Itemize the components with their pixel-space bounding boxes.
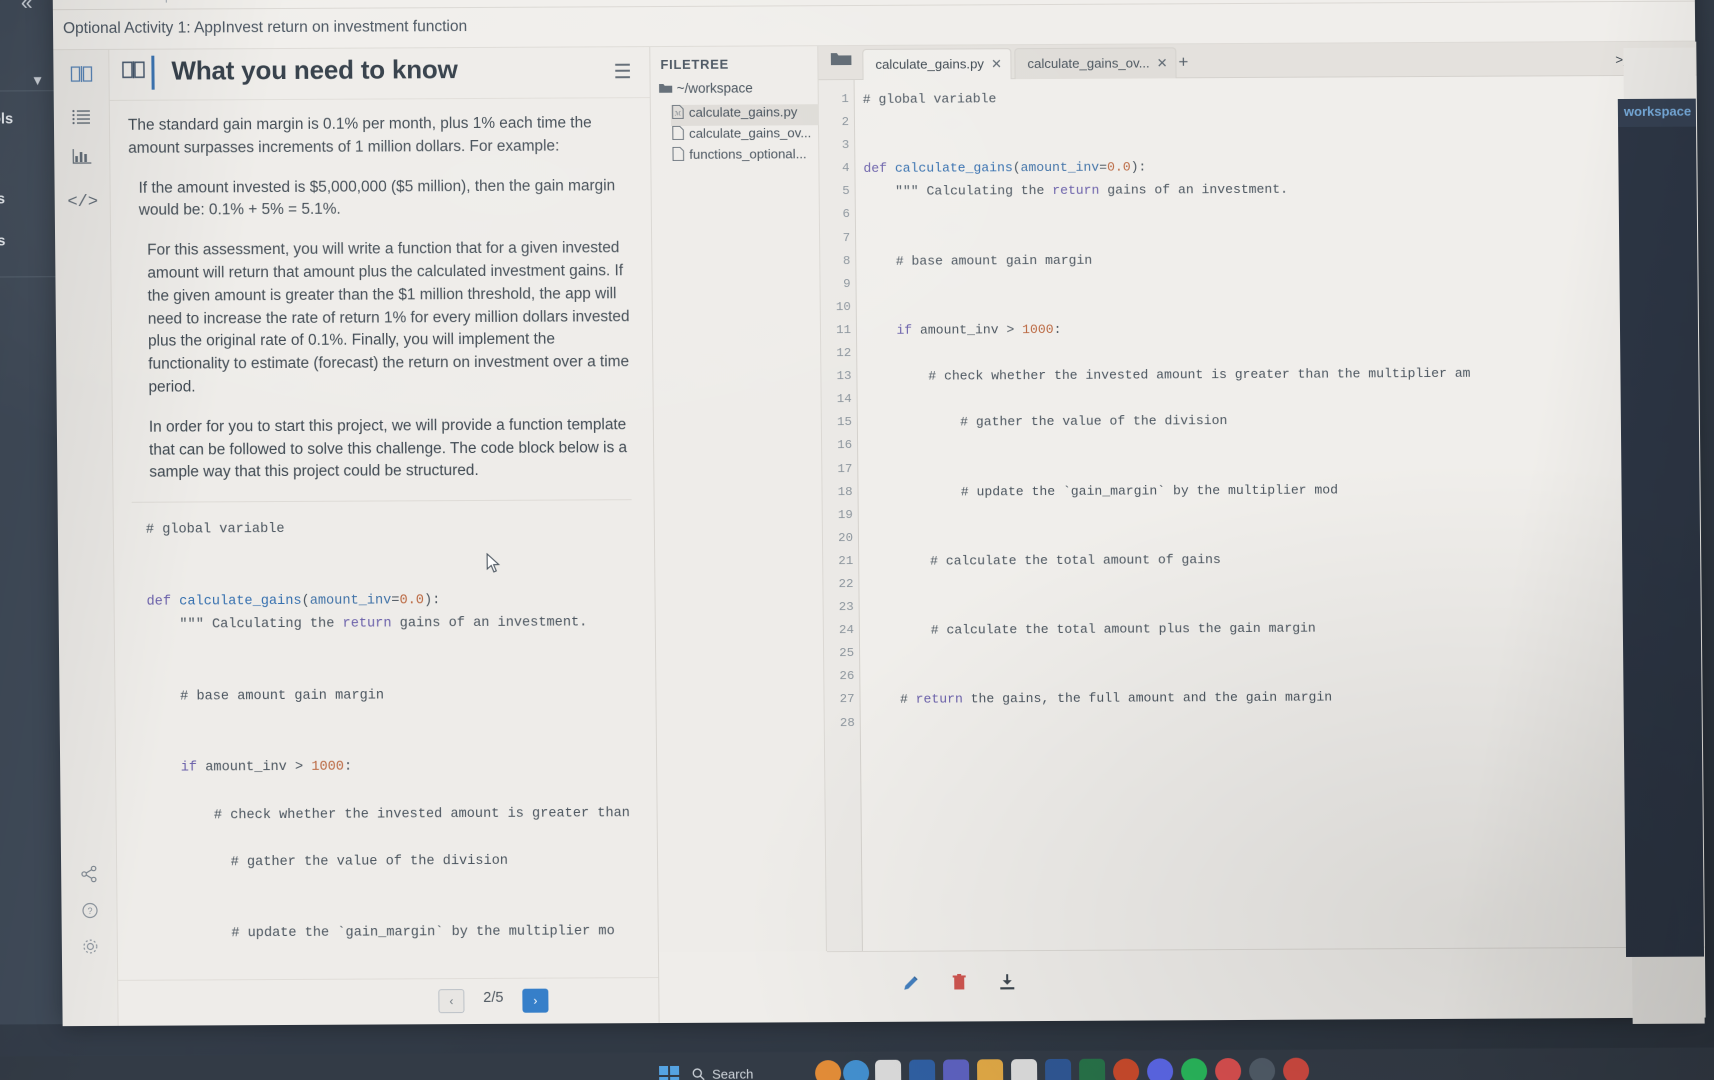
search-icon[interactable]: [692, 1068, 705, 1080]
code-area[interactable]: 1 2 3 4 5 6 7 8 9 10 11 12 13 14 15 16 17 18 19 20 21 22 23 24 2…: [818, 75, 1705, 952]
reader-code-block: # global variable def calculate_gains(am…: [145, 522, 630, 942]
filetree-title: FILETREE: [660, 56, 729, 73]
tab-label: calculate_gains_ov...: [1027, 55, 1150, 72]
sidebar-item-label: ss Tips: [0, 233, 6, 250]
pencil-edit-icon[interactable]: [897, 974, 925, 1000]
share-icon[interactable]: [71, 862, 107, 896]
outlook-icon[interactable]: [908, 1059, 936, 1080]
folder-icon: [659, 84, 673, 93]
workspace-badge-label: workspace: [1623, 103, 1692, 119]
new-tab-button[interactable]: +: [1170, 50, 1196, 74]
editor-tab-bar: calculate_gains.py ✕ calculate_gains_ov.…: [818, 41, 1697, 81]
tab-label: calculate_gains.py: [875, 56, 985, 72]
code-brackets-icon[interactable]: </>: [65, 186, 101, 220]
filetree-item-calculate-gains-ov[interactable]: calculate_gains_ov...: [671, 125, 819, 147]
word-icon[interactable]: [1044, 1058, 1072, 1080]
filetree-root[interactable]: ~/workspace: [659, 80, 819, 103]
activity-title: Optional Activity 1: AppInvest return on…: [62, 18, 468, 38]
filetree-root-label: ~/workspace: [676, 80, 753, 96]
filetree-item-calculate-gains-py[interactable]: ℳ calculate_gains.py: [670, 104, 820, 126]
screen-photo: « ▾ dy Tools s ss Tips ss Tips ack: [0, 0, 1714, 1080]
rail-collapse-icon[interactable]: «: [5, 0, 49, 20]
file-explorer-icon[interactable]: [874, 1059, 902, 1080]
hamburger-menu-icon[interactable]: ☰: [613, 59, 631, 84]
next-page-button[interactable]: ›: [522, 988, 549, 1013]
list-outline-icon[interactable]: [64, 104, 100, 138]
reader-header: What you need to know ☰: [109, 47, 649, 98]
settings-icon[interactable]: [1248, 1057, 1276, 1080]
folder-icon[interactable]: [976, 1059, 1004, 1080]
prev-page-button[interactable]: ‹: [438, 989, 465, 1014]
chrome-icon[interactable]: [1282, 1057, 1310, 1080]
terminal-output-area[interactable]: [1618, 126, 1705, 957]
workspace-badge: workspace: [1617, 98, 1697, 128]
page-counter: 2/5: [483, 989, 504, 1006]
powerpoint-icon[interactable]: [1112, 1058, 1140, 1080]
trash-delete-icon[interactable]: [945, 973, 973, 999]
close-icon[interactable]: ✕: [991, 49, 1002, 79]
calendar-icon[interactable]: [1010, 1059, 1038, 1080]
ide-footer: [826, 946, 1706, 1023]
spotify-icon[interactable]: [1180, 1058, 1208, 1080]
filetree-item-label: functions_optional...: [689, 146, 807, 162]
close-icon[interactable]: ✕: [1157, 48, 1168, 78]
divider: [131, 499, 632, 503]
reader-paragraph: If the amount invested is $5,000,000 ($5…: [138, 176, 616, 220]
mindtap-page: CENGAGE MINDTAP Optional Activity 1: App…: [52, 0, 1706, 1027]
sidebar-item-label: ss Tips: [0, 191, 6, 208]
tab-calculate-gains-py[interactable]: calculate_gains.py ✕: [862, 48, 1012, 80]
python-file-icon: [672, 146, 685, 161]
windows-start-icon[interactable]: [659, 1065, 680, 1080]
book-icon[interactable]: [63, 62, 99, 96]
reader-paragraph: The standard gain margin is 0.1% per mon…: [127, 114, 592, 157]
sidebar-item-label: dy Tools: [0, 111, 14, 128]
filetree-item-functions-optional[interactable]: functions_optional...: [671, 146, 819, 168]
embedded-ide: FILETREE ~/workspace ℳ calculate_gains.p…: [649, 41, 1706, 1024]
excel-icon[interactable]: [1078, 1058, 1106, 1080]
svg-text:ℳ: ℳ: [675, 110, 682, 117]
reader-paragraph: In order for you to start this project, …: [148, 415, 628, 482]
discord-icon[interactable]: [1146, 1058, 1174, 1080]
firefox-icon[interactable]: [814, 1060, 842, 1080]
cengage-logo-icon: [62, 0, 82, 3]
open-folder-icon[interactable]: [824, 50, 858, 76]
python-file-icon: ℳ: [672, 104, 684, 119]
title-accent-bar: [151, 55, 155, 90]
reader-paragraph: For this assessment, you will write a fu…: [147, 239, 630, 396]
filetree-item-label: calculate_gains_ov...: [689, 125, 812, 141]
filetree-item-label: calculate_gains.py: [688, 104, 798, 120]
python-file-icon: [672, 125, 684, 140]
chart-bar-icon[interactable]: [64, 144, 100, 178]
reader-body: The standard gain margin is 0.1% per mon…: [109, 97, 658, 960]
open-book-icon: [122, 61, 145, 79]
teams-icon[interactable]: [942, 1059, 970, 1080]
help-circle-icon[interactable]: ?: [71, 898, 107, 932]
opera-icon[interactable]: [1214, 1057, 1242, 1080]
tab-calculate-gains-ov[interactable]: calculate_gains_ov... ✕: [1014, 47, 1177, 80]
taskbar-search-label[interactable]: Search: [712, 1067, 753, 1080]
page-title: What you need to know: [171, 54, 458, 86]
download-icon[interactable]: [993, 973, 1021, 999]
edge-icon[interactable]: [842, 1059, 870, 1080]
filetree-panel: FILETREE ~/workspace ℳ calculate_gains.p…: [650, 46, 827, 953]
reader-footer: ‹ 2/5 ›: [118, 977, 659, 1026]
svg-text:?: ?: [87, 906, 92, 916]
settings-gear-icon[interactable]: [72, 934, 108, 968]
reading-pane: What you need to know ☰ The standard gai…: [109, 47, 659, 1026]
brand-divider: [165, 0, 167, 3]
code-editor: calculate_gains.py ✕ calculate_gains_ov.…: [818, 41, 1705, 952]
tool-icon-strip: </> ?: [53, 49, 119, 1027]
editor-code-lines[interactable]: # global variable def calculate_gains(am…: [855, 76, 1705, 951]
mouse-cursor-icon: [486, 552, 501, 573]
